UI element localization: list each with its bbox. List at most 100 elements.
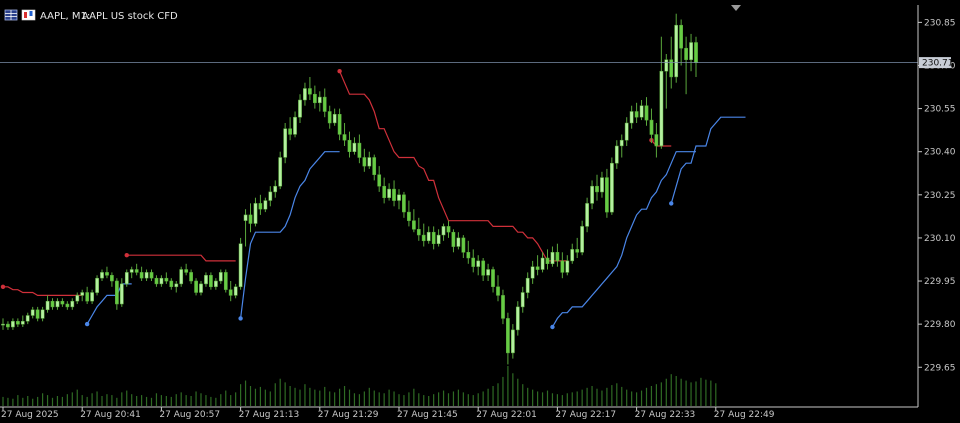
price-tick-label: 230.10 xyxy=(924,234,956,244)
candle-body xyxy=(154,277,159,285)
candle-body xyxy=(362,157,367,167)
candle-body xyxy=(392,188,396,201)
candle-body xyxy=(313,93,317,104)
candle-body xyxy=(342,134,347,141)
candle-body xyxy=(70,300,75,308)
candle-body xyxy=(436,234,441,244)
grid-icon xyxy=(4,9,18,21)
current-price-label: 230.71 xyxy=(922,59,954,69)
candle-body xyxy=(525,277,530,293)
candle-body xyxy=(45,300,50,311)
candle-body xyxy=(179,269,184,285)
candle-body xyxy=(540,257,545,270)
candle-body xyxy=(100,272,104,279)
candle-body xyxy=(293,116,297,135)
candle-body xyxy=(461,237,466,253)
candle-body xyxy=(278,157,283,187)
candle-body xyxy=(139,272,144,279)
candle-body xyxy=(199,283,203,293)
candle-body xyxy=(535,266,540,270)
candle-body xyxy=(337,114,342,135)
candle-body xyxy=(629,111,634,124)
candle-body xyxy=(416,229,421,236)
time-tick-label: 27 Aug 2025 xyxy=(1,410,59,420)
time-tick-label: 27 Aug 22:17 xyxy=(555,410,616,420)
stop-upper-start-dot xyxy=(0,284,6,289)
candle-body xyxy=(110,275,114,282)
candle-body xyxy=(659,70,664,147)
candle-body xyxy=(496,286,500,296)
time-tick-label: 27 Aug 22:01 xyxy=(476,410,537,420)
candle-body xyxy=(639,105,644,118)
price-chart[interactable]: AAPL, M1: AAPL US stock CFD 230.85230.70… xyxy=(0,0,960,423)
candle-body xyxy=(352,142,357,152)
candle-body xyxy=(80,292,85,296)
candle-body xyxy=(228,289,233,296)
time-tick-label: 27 Aug 21:13 xyxy=(239,410,300,420)
chart-type-icon[interactable] xyxy=(21,9,36,21)
candle-body xyxy=(6,323,10,328)
candle-body xyxy=(624,122,629,141)
time-tick-label: 27 Aug 21:29 xyxy=(318,410,379,420)
candle-body xyxy=(95,277,99,293)
candle-body xyxy=(466,252,471,259)
stop-lower-start-dot xyxy=(550,324,555,330)
candle-body xyxy=(605,177,609,213)
candle-body xyxy=(451,231,456,247)
stop-lower-start-dot xyxy=(84,321,90,327)
candle-body xyxy=(402,194,406,213)
time-tick-label: 27 Aug 20:57 xyxy=(159,410,220,420)
candle-body xyxy=(90,292,94,302)
stop-lower-start-dot xyxy=(238,316,243,321)
candle-body xyxy=(189,272,193,282)
candle-body xyxy=(560,260,565,273)
candle-body xyxy=(124,272,129,285)
candle-body xyxy=(194,280,198,293)
candle-body xyxy=(520,292,525,308)
candle-body xyxy=(486,269,490,276)
candle-body xyxy=(441,226,446,236)
candle-body xyxy=(322,96,327,112)
candle-body xyxy=(85,292,90,302)
price-tick-label: 230.40 xyxy=(924,148,956,158)
candle-body xyxy=(367,157,372,167)
candle-body xyxy=(600,177,604,193)
candle-body xyxy=(689,42,693,60)
candle-body xyxy=(664,59,669,72)
candle-body xyxy=(387,188,391,198)
symbol-description: AAPL US stock CFD xyxy=(82,11,178,22)
candle-body xyxy=(382,185,387,198)
candle-body xyxy=(407,211,411,221)
candle-body xyxy=(397,194,401,201)
candle-body xyxy=(16,321,20,325)
candle-body xyxy=(75,295,80,302)
candle-body xyxy=(634,111,639,118)
candle-body xyxy=(506,318,510,354)
candle-body xyxy=(283,128,288,158)
candle-body xyxy=(40,309,45,319)
candle-body xyxy=(30,309,35,316)
candle-body xyxy=(223,272,228,290)
candle-body xyxy=(456,237,461,247)
candle-body xyxy=(471,257,476,267)
current-price-box: 230.71 xyxy=(919,57,954,69)
candle-body xyxy=(243,214,248,221)
candle-body xyxy=(570,249,575,262)
stop-upper-start-dot xyxy=(337,69,342,74)
candle-body xyxy=(209,275,213,288)
candle-body xyxy=(55,300,60,308)
price-tick-label: 229.95 xyxy=(924,277,956,287)
candle-body xyxy=(347,139,352,152)
candle-body xyxy=(476,260,481,267)
candle-body xyxy=(1,323,5,326)
candle-body xyxy=(491,269,495,287)
price-tick-label: 229.65 xyxy=(924,363,956,373)
candle-body xyxy=(308,88,312,95)
candle-body xyxy=(253,203,258,224)
candle-body xyxy=(511,329,515,354)
candle-body xyxy=(115,280,119,305)
candle-body xyxy=(174,283,179,288)
price-tick-label: 230.55 xyxy=(924,105,956,115)
candle-body xyxy=(421,234,426,242)
candle-body xyxy=(555,252,560,262)
